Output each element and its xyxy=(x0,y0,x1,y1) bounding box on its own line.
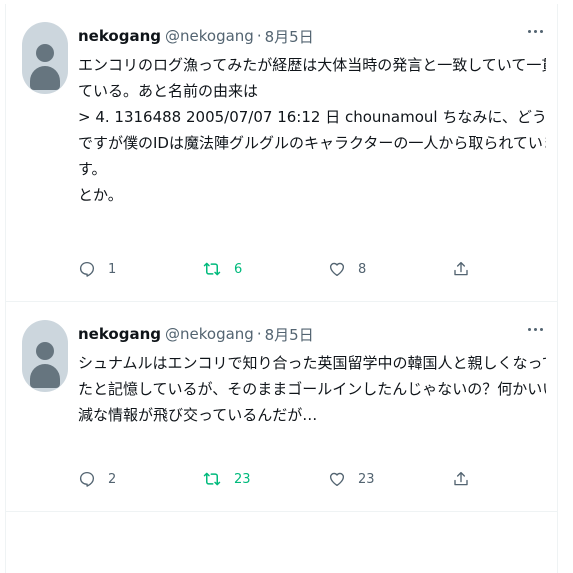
tweet[interactable]: nekogang @nekogang · 8月5日 エンコリのログ漁ってみたが経… xyxy=(6,4,557,302)
tweet-text: エンコリのログ漁ってみたが経歴は大体当時の発言と一致していて一貫し ている。あと… xyxy=(78,52,546,208)
separator: · xyxy=(256,27,262,45)
tweet-date[interactable]: 8月5日 xyxy=(265,26,314,47)
avatar[interactable] xyxy=(22,22,68,94)
share-icon xyxy=(454,261,468,276)
avatar-body xyxy=(30,66,60,90)
share-button[interactable] xyxy=(452,257,470,281)
timeline: nekogang @nekogang · 8月5日 エンコリのログ漁ってみたが経… xyxy=(5,4,558,573)
avatar-head xyxy=(36,44,54,62)
display-name[interactable]: nekogang xyxy=(78,325,161,343)
user-handle[interactable]: @nekogang xyxy=(165,27,254,45)
tweet-text-line: たと記憶しているが、そのままゴールインしたんじゃないの？何かいい加 xyxy=(78,380,546,398)
tweet-actions: 2 23 23 xyxy=(78,467,478,491)
more-icon[interactable] xyxy=(528,30,543,33)
reply-count: 2 xyxy=(108,471,117,487)
retweet-icon xyxy=(203,472,221,486)
separator: · xyxy=(256,325,262,343)
retweet-icon xyxy=(203,262,221,276)
tweet-text-line: 減な情報が飛び交っているんだが… xyxy=(78,406,318,424)
like-icon xyxy=(329,262,345,277)
retweet-count: 23 xyxy=(234,471,251,487)
share-button[interactable] xyxy=(452,467,470,491)
share-icon xyxy=(454,471,468,486)
reply-icon xyxy=(79,261,95,277)
tweet-header: nekogang @nekogang · 8月5日 xyxy=(78,26,314,46)
more-icon[interactable] xyxy=(528,328,543,331)
like-count: 23 xyxy=(358,471,375,487)
tweet-text-line: す。 xyxy=(78,160,107,178)
like-count: 8 xyxy=(358,261,367,277)
tweet-date[interactable]: 8月5日 xyxy=(265,324,314,345)
tweet-text-line: エンコリのログ漁ってみたが経歴は大体当時の発言と一致していて一貫し xyxy=(78,56,546,74)
tweet-text-line: ですが僕のIDは魔法陣グルグルのキャラクターの一人から取られていま xyxy=(78,134,546,152)
avatar[interactable] xyxy=(22,320,68,392)
reply-count: 1 xyxy=(108,261,117,277)
tweet-text-line: ている。あと名前の由来は xyxy=(78,82,259,100)
retweet-count: 6 xyxy=(234,261,243,277)
tweet-text: シュナムルはエンコリで知り合った英国留学中の韓国人と親しくなってい たと記憶して… xyxy=(78,350,546,428)
user-handle[interactable]: @nekogang xyxy=(165,325,254,343)
reply-icon xyxy=(79,471,95,487)
retweet-button[interactable]: 6 xyxy=(202,257,242,281)
like-button[interactable]: 8 xyxy=(328,257,366,281)
tweet-actions: 1 6 8 xyxy=(78,257,478,281)
like-icon xyxy=(329,472,345,487)
tweet-text-line: とか。 xyxy=(78,186,123,204)
tweet[interactable]: nekogang @nekogang · 8月5日 シュナムルはエンコリで知り合… xyxy=(6,302,557,512)
avatar-body xyxy=(30,364,60,388)
display-name[interactable]: nekogang xyxy=(78,27,161,45)
reply-button[interactable]: 2 xyxy=(78,467,116,491)
tweet-text-line: シュナムルはエンコリで知り合った英国留学中の韓国人と親しくなってい xyxy=(78,354,546,372)
like-button[interactable]: 23 xyxy=(328,467,375,491)
tweet-text-line: > 4. 1316488 2005/07/07 16:12 日 chounamo… xyxy=(78,108,546,126)
tweet-header: nekogang @nekogang · 8月5日 xyxy=(78,324,314,344)
avatar-head xyxy=(36,342,54,360)
retweet-button[interactable]: 23 xyxy=(202,467,251,491)
reply-button[interactable]: 1 xyxy=(78,257,116,281)
